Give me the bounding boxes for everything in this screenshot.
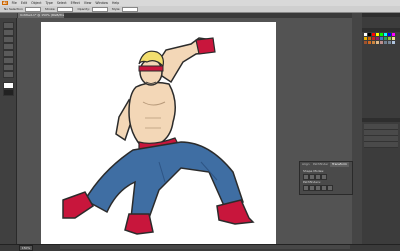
menu-select[interactable]: Select <box>57 1 67 5</box>
control-bar: No Selection Stroke: Opacity: Style: <box>0 6 400 13</box>
stroke-color-icon[interactable] <box>3 89 14 96</box>
swatch[interactable] <box>388 41 391 44</box>
swatch[interactable] <box>388 33 391 36</box>
swatch[interactable] <box>364 37 367 40</box>
shape-modes-label: Shape Modes: <box>303 169 325 173</box>
swatch[interactable] <box>380 33 383 36</box>
swatch[interactable] <box>376 37 379 40</box>
outline-button[interactable] <box>327 185 333 191</box>
artboard[interactable] <box>41 22 276 244</box>
swatch[interactable] <box>364 41 367 44</box>
swatches-panel-header[interactable] <box>362 28 400 32</box>
swatch[interactable] <box>392 33 395 36</box>
swatch[interactable] <box>392 41 395 44</box>
layers-panel-header[interactable] <box>362 118 400 122</box>
swatch[interactable] <box>380 41 383 44</box>
tab-align[interactable]: Align <box>302 162 310 167</box>
swatch[interactable] <box>384 41 387 44</box>
glove-right-icon <box>195 37 216 55</box>
style-dropdown[interactable] <box>122 6 139 12</box>
direct-selection-icon[interactable] <box>3 29 14 36</box>
swatch[interactable] <box>384 37 387 40</box>
style-label: Style: <box>111 7 121 11</box>
swatch[interactable] <box>392 37 395 40</box>
opacity-label: Opacity: <box>77 7 90 11</box>
swatch[interactable] <box>376 33 379 36</box>
tools-panel <box>0 18 17 244</box>
swatch[interactable] <box>372 33 375 36</box>
selection-status: No Selection <box>4 7 23 11</box>
pathfinder-panel: Align Pathfinder Transform Shape Modes: … <box>299 161 353 195</box>
menu-type[interactable]: Type <box>45 1 52 5</box>
type-tool-icon[interactable] <box>3 43 14 50</box>
zoom-tool-icon[interactable] <box>3 64 14 71</box>
menu-file[interactable]: File <box>12 1 17 5</box>
swatch[interactable] <box>372 41 375 44</box>
pen-tool-icon[interactable] <box>3 36 14 43</box>
shape-tool-icon[interactable] <box>3 57 14 64</box>
pathfinders-label: Pathfinders: <box>303 180 321 184</box>
boot-center-icon <box>124 213 154 235</box>
stroke-weight-field[interactable] <box>57 6 74 12</box>
fill-swatch[interactable] <box>24 6 41 12</box>
swatch[interactable] <box>384 33 387 36</box>
app-logo: Ai <box>2 1 8 5</box>
menu-object[interactable]: Object <box>31 1 41 5</box>
fill-color-icon[interactable] <box>3 82 14 89</box>
tab-pathfinder[interactable]: Pathfinder <box>313 162 328 167</box>
exclude-button[interactable] <box>321 174 327 180</box>
hero-illustration[interactable] <box>41 22 276 244</box>
tab-transform[interactable]: Transform <box>330 162 349 167</box>
menu-window[interactable]: Window <box>95 1 108 5</box>
swatch[interactable] <box>372 37 375 40</box>
swatch[interactable] <box>368 37 371 40</box>
zoom-level[interactable]: 150% <box>19 245 33 251</box>
swatch[interactable] <box>368 41 371 44</box>
swatch[interactable] <box>380 37 383 40</box>
menu-help[interactable]: Help <box>112 1 119 5</box>
swatches-grid[interactable] <box>364 33 398 83</box>
opacity-field[interactable] <box>91 6 108 12</box>
hand-tool-icon[interactable] <box>3 71 14 78</box>
swatch[interactable] <box>388 37 391 40</box>
selection-tool-icon[interactable] <box>3 22 14 29</box>
menu-view[interactable]: View <box>84 1 92 5</box>
menu-effect[interactable]: Effect <box>71 1 80 5</box>
headband-icon <box>138 65 164 72</box>
swatch[interactable] <box>376 41 379 44</box>
brush-tool-icon[interactable] <box>3 50 14 57</box>
swatch[interactable] <box>364 33 367 36</box>
panel-icon-strip <box>352 13 362 244</box>
color-panel-header[interactable] <box>362 13 400 17</box>
layer-row[interactable] <box>364 142 398 148</box>
stroke-label: Stroke: <box>44 7 56 11</box>
swatch[interactable] <box>368 33 371 36</box>
horizontal-scrollbar[interactable] <box>60 245 350 249</box>
menu-edit[interactable]: Edit <box>21 1 27 5</box>
